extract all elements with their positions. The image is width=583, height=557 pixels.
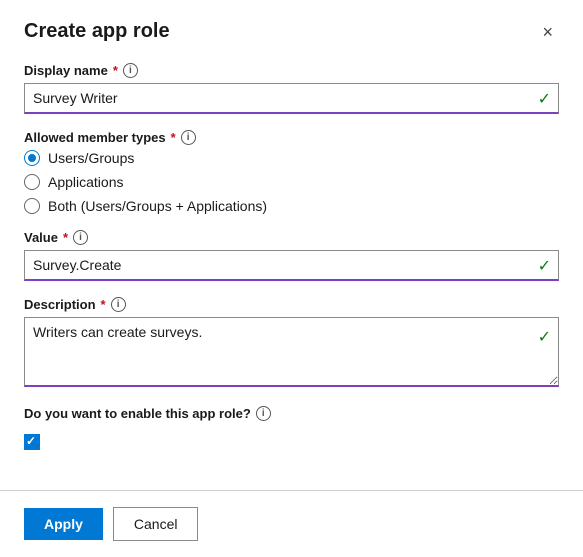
- enable-checkbox[interactable]: [24, 434, 40, 450]
- radio-users-groups-label: Users/Groups: [48, 150, 134, 166]
- enable-checkbox-item: [24, 434, 559, 450]
- display-name-label-text: Display name: [24, 63, 108, 78]
- radio-applications[interactable]: Applications: [24, 174, 559, 190]
- radio-users-groups-input[interactable]: [24, 150, 40, 166]
- description-check-icon: ✓: [538, 327, 551, 347]
- enable-label-text: Do you want to enable this app role?: [24, 406, 251, 421]
- radio-applications-label: Applications: [48, 174, 124, 190]
- value-check-icon: ✓: [538, 256, 551, 276]
- allowed-member-types-field-group: Allowed member types * i Users/Groups Ap…: [24, 130, 559, 214]
- radio-both-label: Both (Users/Groups + Applications): [48, 198, 267, 214]
- display-name-input[interactable]: [24, 83, 559, 114]
- display-name-check-icon: ✓: [538, 89, 551, 109]
- allowed-member-types-info-icon: i: [181, 130, 196, 145]
- apply-button[interactable]: Apply: [24, 508, 103, 540]
- enable-info-icon: i: [256, 406, 271, 421]
- display-name-label: Display name * i: [24, 63, 559, 78]
- create-app-role-dialog: Create app role × Display name * i ✓ All…: [0, 0, 583, 557]
- description-textarea[interactable]: Writers can create surveys.: [24, 317, 559, 387]
- display-name-field-group: Display name * i ✓: [24, 63, 559, 114]
- cancel-button[interactable]: Cancel: [113, 507, 199, 541]
- value-label: Value * i: [24, 230, 559, 245]
- dialog-title: Create app role: [24, 20, 170, 43]
- enable-label: Do you want to enable this app role? i: [24, 406, 559, 421]
- description-label: Description * i: [24, 297, 559, 312]
- close-button[interactable]: ×: [536, 21, 559, 43]
- value-info-icon: i: [73, 230, 88, 245]
- enable-section: Do you want to enable this app role? i: [24, 406, 559, 450]
- value-input-wrapper: ✓: [24, 250, 559, 281]
- display-name-required: *: [113, 63, 118, 78]
- value-input[interactable]: [24, 250, 559, 281]
- dialog-header: Create app role ×: [0, 0, 583, 53]
- description-label-text: Description: [24, 297, 96, 312]
- description-required: *: [101, 297, 106, 312]
- radio-both-input[interactable]: [24, 198, 40, 214]
- radio-users-groups[interactable]: Users/Groups: [24, 150, 559, 166]
- dialog-footer: Apply Cancel: [0, 490, 583, 557]
- allowed-member-types-label-text: Allowed member types: [24, 130, 166, 145]
- radio-both[interactable]: Both (Users/Groups + Applications): [24, 198, 559, 214]
- description-info-icon: i: [111, 297, 126, 312]
- value-label-text: Value: [24, 230, 58, 245]
- display-name-input-wrapper: ✓: [24, 83, 559, 114]
- allowed-member-types-required: *: [171, 130, 176, 145]
- radio-applications-input[interactable]: [24, 174, 40, 190]
- description-textarea-wrapper: Writers can create surveys. ✓: [24, 317, 559, 390]
- value-required: *: [63, 230, 68, 245]
- value-field-group: Value * i ✓: [24, 230, 559, 281]
- radio-group: Users/Groups Applications Both (Users/Gr…: [24, 150, 559, 214]
- description-field-group: Description * i Writers can create surve…: [24, 297, 559, 390]
- dialog-body: Display name * i ✓ Allowed member types …: [0, 53, 583, 490]
- allowed-member-types-label: Allowed member types * i: [24, 130, 559, 145]
- display-name-info-icon: i: [123, 63, 138, 78]
